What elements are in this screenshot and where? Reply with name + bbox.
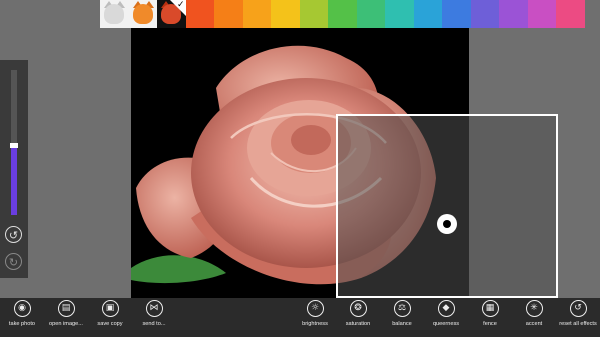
cat-face-icon xyxy=(104,4,124,24)
undo-button[interactable]: ↺ xyxy=(5,226,22,243)
color-swatch-13[interactable] xyxy=(527,0,556,28)
intensity-slider[interactable] xyxy=(10,70,18,215)
take-photo-button[interactable]: ◉ take photo xyxy=(0,300,44,327)
balance-label: balance xyxy=(392,321,412,327)
save-copy-label: save copy xyxy=(97,321,123,327)
color-swatch-8[interactable] xyxy=(385,0,414,28)
redo-icon: ↻ xyxy=(8,256,19,269)
selected-check-icon: ✓ xyxy=(169,0,186,16)
rose-center xyxy=(291,125,331,155)
color-swatch-7[interactable] xyxy=(356,0,385,28)
intensity-slider-fill xyxy=(11,145,17,215)
brightness-label: brightness xyxy=(302,321,328,327)
file-icon: ▤ xyxy=(57,300,75,317)
redo-button[interactable]: ↻ xyxy=(5,253,22,270)
color-palette: ✓ xyxy=(100,0,585,28)
orange-cat-thumbnail[interactable] xyxy=(128,0,157,28)
accent-label: accent xyxy=(525,321,543,327)
share-icon: ⋈ xyxy=(145,300,163,317)
brightness-button[interactable]: ☼ brightness xyxy=(293,300,337,327)
comparison-drag-handle[interactable] xyxy=(437,214,457,234)
comparison-overlay[interactable] xyxy=(336,114,558,298)
save-icon: ▣ xyxy=(101,300,119,317)
diamond-icon: ◆ xyxy=(437,300,455,317)
fence-label: fence xyxy=(483,321,497,327)
color-swatch-9[interactable] xyxy=(413,0,442,28)
color-swatch-12[interactable] xyxy=(499,0,528,28)
saturation-icon: ❂ xyxy=(349,300,367,317)
camera-icon: ◉ xyxy=(13,300,31,317)
leaf-shape xyxy=(131,255,226,284)
intensity-slider-thumb[interactable] xyxy=(10,143,18,149)
color-swatch-4[interactable] xyxy=(271,0,300,28)
send-to-label: send to... xyxy=(142,321,166,327)
intensity-panel: ↺ ↻ xyxy=(0,60,28,278)
color-swatch-6[interactable] xyxy=(328,0,357,28)
reset-all-effects-button[interactable]: ↺ reset all effects xyxy=(556,300,600,327)
cat-face-icon xyxy=(132,4,153,24)
saturation-label: saturation xyxy=(345,321,371,327)
save-copy-button[interactable]: ▣ save copy xyxy=(88,300,132,327)
color-swatch-1[interactable] xyxy=(185,0,214,28)
queerness-label: queerness xyxy=(432,321,460,327)
accent-icon: ✳ xyxy=(525,300,543,317)
color-swatch-3[interactable] xyxy=(242,0,271,28)
color-swatch-11[interactable] xyxy=(470,0,499,28)
sketch-cat-thumbnail[interactable] xyxy=(100,0,129,28)
fence-button[interactable]: ▦ fence xyxy=(468,300,512,327)
take-photo-label: take photo xyxy=(8,321,36,327)
sun-icon: ☼ xyxy=(306,300,324,317)
open-image-label: open image... xyxy=(49,321,83,327)
send-to-button[interactable]: ⋈ send to... xyxy=(132,300,176,327)
reset-all-effects-label: reset all effects xyxy=(559,321,597,327)
color-swatch-2[interactable] xyxy=(214,0,243,28)
color-swatch-10[interactable] xyxy=(442,0,471,28)
queerness-button[interactable]: ◆ queerness xyxy=(424,300,468,327)
red-cat-thumbnail[interactable]: ✓ xyxy=(157,0,186,28)
undo-icon: ↺ xyxy=(8,229,19,242)
open-image-button[interactable]: ▤ open image... xyxy=(44,300,88,327)
color-swatch-5[interactable] xyxy=(299,0,328,28)
check-glyph: ✓ xyxy=(176,0,185,10)
saturation-button[interactable]: ❂ saturation xyxy=(336,300,380,327)
reset-icon: ↺ xyxy=(569,300,587,317)
color-swatch-14[interactable] xyxy=(556,0,585,28)
accent-button[interactable]: ✳ accent xyxy=(512,300,556,327)
fence-icon: ▦ xyxy=(481,300,499,317)
app-bar: ◉ take photo ▤ open image... ▣ save copy ⋈ send… xyxy=(0,298,600,337)
balance-icon: ⚖ xyxy=(393,300,411,317)
balance-button[interactable]: ⚖ balance xyxy=(380,300,424,327)
